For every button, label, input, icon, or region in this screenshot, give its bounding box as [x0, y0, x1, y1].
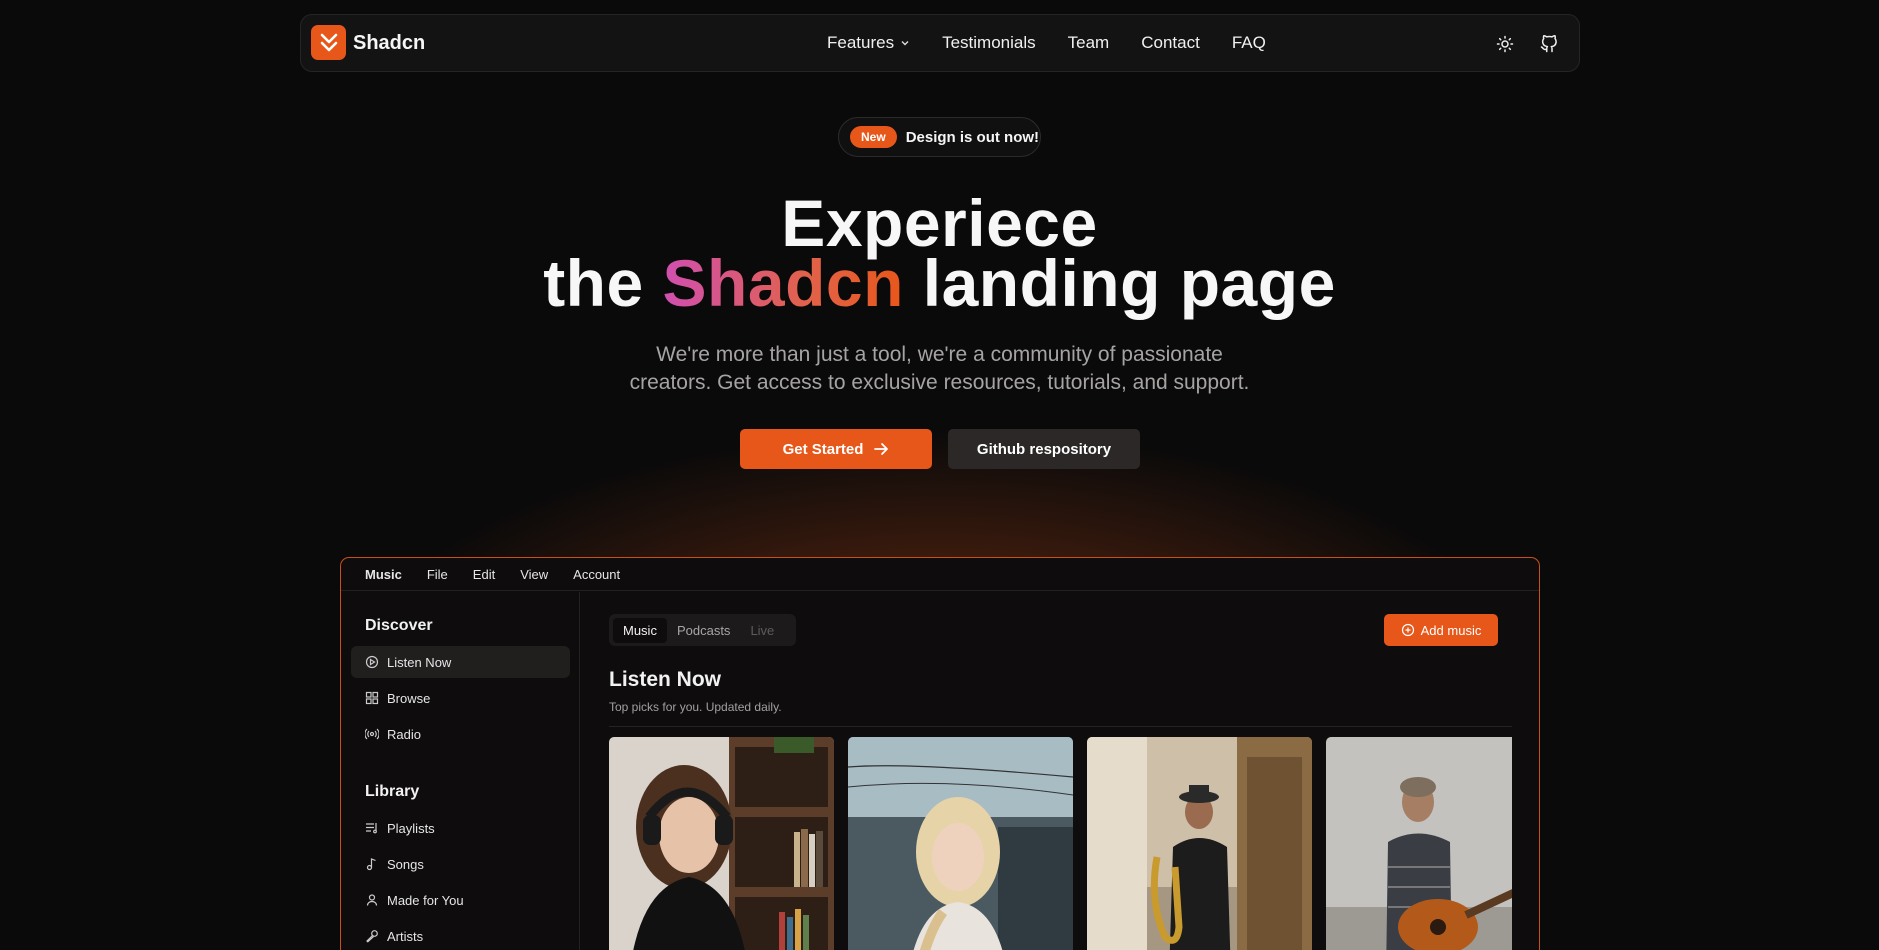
album-cover-image: [1326, 737, 1512, 950]
app-preview: Music File Edit View Account Discover Li…: [340, 557, 1540, 950]
sidebar-item-radio[interactable]: Radio: [351, 718, 570, 750]
radio-icon: [365, 727, 379, 741]
nav-link-faq[interactable]: FAQ: [1232, 33, 1266, 53]
arrow-right-icon: [873, 441, 889, 457]
app-menubar: Music File Edit View Account: [341, 558, 1539, 591]
nav-links: Features Testimonials Team Contact FAQ: [827, 33, 1298, 53]
sun-icon[interactable]: [1494, 33, 1516, 55]
logo-icon[interactable]: [311, 25, 346, 60]
sidebar-item-browse[interactable]: Browse: [351, 682, 570, 714]
album-cover-image: [848, 737, 1073, 950]
app-main: Music Podcasts Live Add music Listen Now…: [580, 592, 1539, 950]
nav-link-team[interactable]: Team: [1068, 33, 1110, 53]
hero-subtitle-line1: We're more than just a tool, we're a com…: [656, 343, 1223, 366]
album-card[interactable]: [1087, 737, 1312, 950]
tab-music[interactable]: Music: [613, 617, 667, 643]
nav-link-contact[interactable]: Contact: [1141, 33, 1200, 53]
hero-title-pre: the: [543, 246, 644, 320]
sidebar-item-artists[interactable]: Artists: [351, 920, 570, 950]
menu-account[interactable]: Account: [573, 567, 620, 582]
add-music-label: Add music: [1420, 622, 1482, 638]
announcement-badge[interactable]: New Design is out now!: [838, 117, 1041, 157]
navbar: Shadcn Features Testimonials Team Contac…: [300, 14, 1580, 72]
play-circle-icon: [365, 655, 379, 669]
sidebar-item-label: Artists: [387, 928, 424, 944]
new-pill: New: [850, 126, 897, 148]
menu-music[interactable]: Music: [365, 567, 402, 582]
github-repository-button[interactable]: Github respository: [948, 429, 1140, 469]
content-tabs: Music Podcasts Live: [609, 614, 796, 646]
music-note-icon: [365, 857, 379, 871]
sidebar-item-songs[interactable]: Songs: [351, 848, 570, 880]
get-started-label: Get Started: [782, 440, 864, 458]
album-card[interactable]: [609, 737, 834, 950]
album-card[interactable]: [1326, 737, 1512, 950]
album-card[interactable]: [848, 737, 1073, 950]
plus-circle-icon: [1401, 623, 1415, 637]
sidebar-item-label: Radio: [387, 726, 421, 742]
sidebar-item-made-for-you[interactable]: Made for You: [351, 884, 570, 916]
section-title: Listen Now: [609, 668, 722, 691]
playlist-icon: [365, 821, 379, 835]
chevron-down-icon: [900, 38, 910, 48]
sidebar-item-label: Listen Now: [387, 654, 452, 670]
tab-podcasts[interactable]: Podcasts: [667, 618, 740, 643]
user-icon: [365, 893, 379, 907]
menu-file[interactable]: File: [427, 567, 448, 582]
hero-title-post: landing page: [922, 246, 1336, 320]
brand-name[interactable]: Shadcn: [353, 32, 425, 55]
badge-text: Design is out now!: [905, 128, 1040, 146]
app-sidebar: Discover Listen Now Browse Radio Library…: [341, 592, 580, 950]
sidebar-item-listen-now[interactable]: Listen Now: [351, 646, 570, 678]
get-started-button[interactable]: Get Started: [740, 429, 932, 469]
album-cover-image: [1087, 737, 1312, 950]
nav-link-features-label: Features: [827, 33, 895, 52]
sidebar-item-label: Songs: [387, 856, 424, 872]
hero-title-line2: the Shadcn landing page: [0, 250, 1879, 316]
microphone-icon: [365, 929, 379, 943]
album-cards: [609, 737, 1512, 950]
sidebar-item-playlists[interactable]: Playlists: [351, 812, 570, 844]
nav-link-features[interactable]: Features: [827, 33, 910, 53]
grid-icon: [365, 691, 379, 705]
tab-live: Live: [750, 622, 775, 638]
section-subtitle: Top picks for you. Updated daily.: [609, 700, 782, 714]
menu-edit[interactable]: Edit: [473, 567, 495, 582]
album-cover-image: [609, 737, 834, 950]
menu-view[interactable]: View: [520, 567, 548, 582]
github-icon[interactable]: [1538, 33, 1560, 55]
nav-link-testimonials[interactable]: Testimonials: [942, 33, 1036, 53]
discover-heading: Discover: [365, 617, 433, 634]
hero-title-brand: Shadcn: [662, 246, 904, 320]
hero-subtitle-line2: creators. Get access to exclusive resour…: [629, 371, 1250, 394]
library-heading: Library: [365, 783, 420, 800]
sidebar-item-label: Playlists: [387, 820, 435, 836]
sidebar-item-label: Browse: [387, 690, 431, 706]
section-divider: [609, 726, 1512, 727]
sidebar-item-label: Made for You: [387, 892, 464, 908]
add-music-button[interactable]: Add music: [1384, 614, 1498, 646]
